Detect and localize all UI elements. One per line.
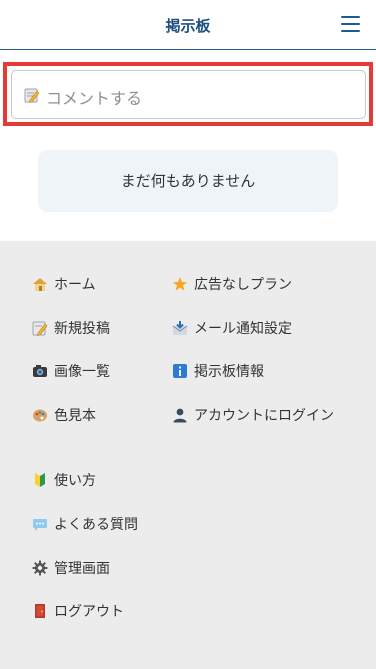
comment-placeholder: コメントする (46, 89, 143, 108)
star-icon (172, 276, 188, 292)
footer-item-label: 掲示板情報 (194, 364, 264, 380)
footer-item-image-list[interactable]: 画像一覧 (32, 360, 110, 382)
footer-item-color-sample[interactable]: 色見本 (32, 404, 96, 426)
footer-item-label: アカウントにログイン (194, 408, 334, 424)
footer-item-label: 画像一覧 (54, 364, 110, 380)
footer-item-home[interactable]: ホーム (32, 273, 96, 295)
footer-item-label: 管理画面 (54, 561, 110, 577)
footer-item-label: 新規投稿 (54, 321, 110, 337)
footer-item-account-login[interactable]: アカウントにログイン (172, 404, 334, 426)
mail-icon (172, 320, 188, 336)
footer-item-label: 広告なしプラン (194, 277, 292, 293)
footer-item-logout[interactable]: ログアウト (32, 600, 124, 622)
footer-item-admin[interactable]: 管理画面 (32, 557, 110, 579)
door-icon (32, 603, 48, 619)
memo-icon (24, 87, 40, 103)
footer-item-new-post[interactable]: 新規投稿 (32, 317, 110, 339)
comment-input[interactable]: コメントする (11, 70, 366, 119)
info-icon (172, 363, 188, 379)
footer-item-label: ホーム (54, 277, 96, 293)
palette-icon (32, 407, 48, 423)
footer-item-label: メール通知設定 (194, 321, 292, 337)
user-icon (172, 407, 188, 423)
footer-menu: ホーム 新規投稿 画像一覧 色見本 使い方 よくある質問 管理画面 ログアウト … (0, 241, 376, 669)
hamburger-menu-icon[interactable] (341, 16, 360, 32)
footer-item-faq[interactable]: よくある質問 (32, 513, 138, 535)
header: 掲示板 (0, 0, 376, 50)
camera-icon (32, 363, 48, 379)
footer-item-mail-notification[interactable]: メール通知設定 (172, 317, 292, 339)
page-title: 掲示板 (165, 17, 211, 35)
gear-icon (32, 560, 48, 576)
home-icon (32, 276, 48, 292)
footer-item-how-to-use[interactable]: 使い方 (32, 469, 96, 491)
memo-icon (32, 320, 48, 336)
footer-item-label: ログアウト (54, 604, 124, 620)
footer-item-label: よくある質問 (54, 517, 138, 533)
footer-item-label: 使い方 (54, 473, 96, 489)
beginner-icon (32, 472, 48, 488)
footer-item-label: 色見本 (54, 408, 96, 424)
empty-state-message: まだ何もありません (38, 150, 338, 212)
footer-item-board-info[interactable]: 掲示板情報 (172, 360, 264, 382)
speech-bubble-icon (32, 516, 48, 532)
footer-item-ad-free-plan[interactable]: 広告なしプラン (172, 273, 292, 295)
